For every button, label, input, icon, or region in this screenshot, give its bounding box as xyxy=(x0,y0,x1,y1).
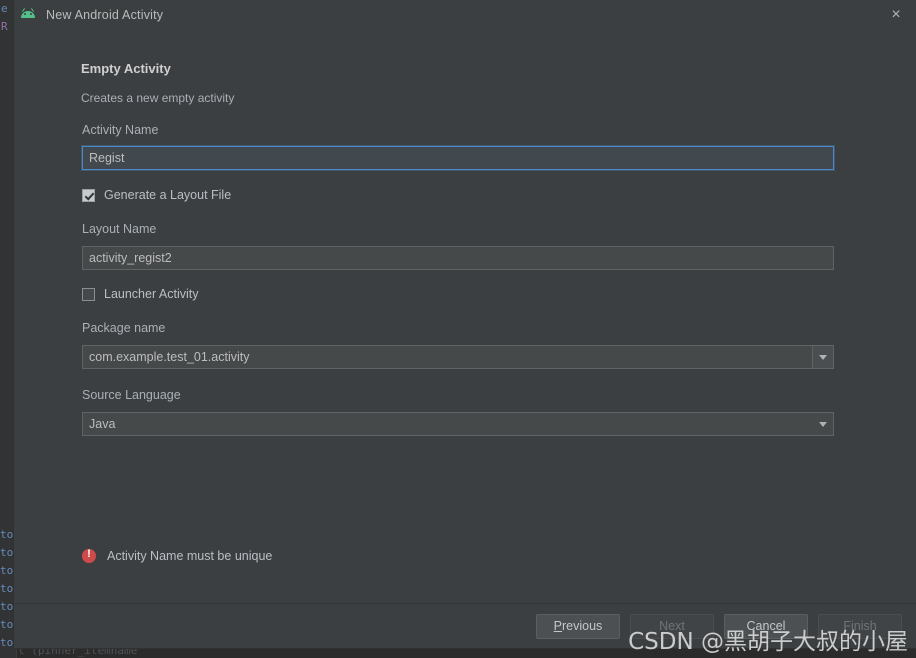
page-title: Empty Activity xyxy=(81,61,171,76)
bg-code-fragment: to xyxy=(0,564,14,577)
layout-name-label: Layout Name xyxy=(82,222,157,236)
source-language-label: Source Language xyxy=(82,388,181,402)
bg-code-fragment: R xyxy=(1,20,8,33)
launcher-activity-checkbox-row[interactable]: Launcher Activity xyxy=(82,287,199,301)
activity-name-label: Activity Name xyxy=(82,123,159,137)
dialog-form-area: Empty Activity Creates a new empty activ… xyxy=(14,30,916,603)
bg-code-fragment: to xyxy=(0,618,14,631)
page-subtitle: Creates a new empty activity xyxy=(81,91,235,105)
bg-code-fragment: to xyxy=(0,600,14,613)
previous-button-label: revious xyxy=(562,619,603,633)
validation-error-row: Activity Name must be unique xyxy=(82,548,273,563)
new-android-activity-dialog: New Android Activity × Empty Activity Cr… xyxy=(14,0,916,648)
activity-name-input[interactable] xyxy=(82,146,834,170)
next-button: Next xyxy=(630,613,714,639)
cancel-button[interactable]: Cancel xyxy=(724,613,808,639)
source-language-value: Java xyxy=(89,417,116,431)
source-language-combobox[interactable]: Java xyxy=(82,412,834,436)
generate-layout-checkbox[interactable] xyxy=(82,188,95,202)
bg-code-fragment: to xyxy=(0,636,14,649)
previous-button[interactable]: Previous xyxy=(536,613,620,639)
generate-layout-label: Generate a Layout File xyxy=(104,188,232,202)
chevron-down-icon[interactable] xyxy=(812,346,833,368)
bg-code-fragment: to xyxy=(0,582,14,595)
dialog-titlebar: New Android Activity × xyxy=(14,0,916,30)
bg-code-fragment: to xyxy=(0,546,14,559)
android-icon xyxy=(20,7,36,23)
previous-button-mnemonic: P xyxy=(553,619,563,633)
close-icon[interactable]: × xyxy=(884,4,908,26)
package-name-value: com.example.test_01.activity xyxy=(89,350,250,364)
launcher-activity-checkbox[interactable] xyxy=(82,287,95,301)
bg-code-fragment: e xyxy=(1,2,8,15)
bg-code-fragment: to xyxy=(0,528,14,541)
generate-layout-checkbox-row[interactable]: Generate a Layout File xyxy=(82,188,231,202)
finish-button: Finish xyxy=(818,613,902,639)
dialog-title: New Android Activity xyxy=(46,8,164,22)
package-name-combobox[interactable]: com.example.test_01.activity xyxy=(82,345,834,369)
validation-error-message: Activity Name must be unique xyxy=(107,549,273,563)
package-name-label: Package name xyxy=(82,321,166,335)
error-icon xyxy=(82,548,96,563)
launcher-activity-label: Launcher Activity xyxy=(104,287,199,301)
chevron-down-icon[interactable] xyxy=(813,413,833,435)
dialog-button-bar: Previous Next Cancel Finish xyxy=(14,603,916,648)
layout-name-input[interactable] xyxy=(82,246,834,270)
